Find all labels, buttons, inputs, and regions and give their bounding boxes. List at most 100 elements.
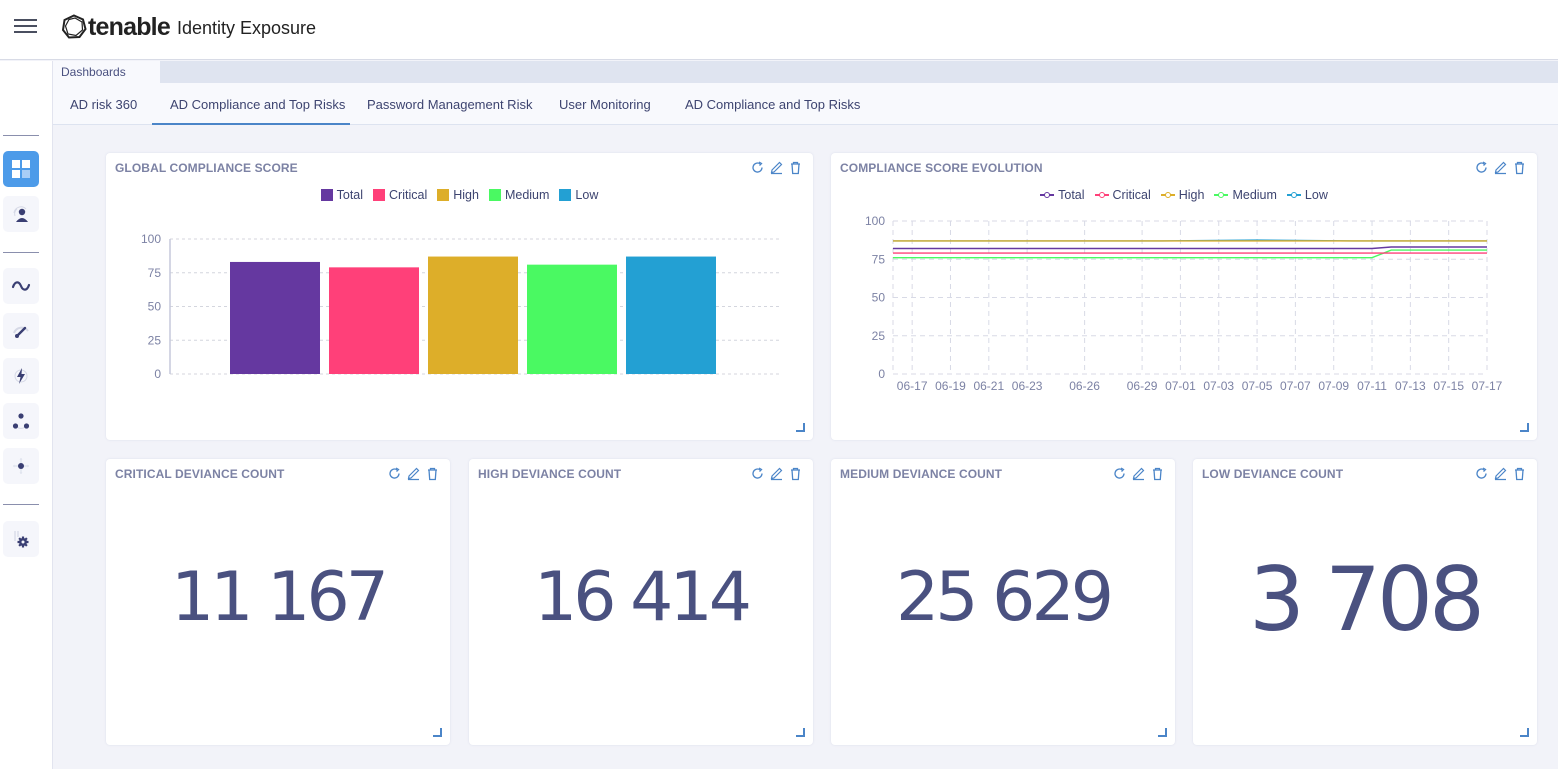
tab-ad-compliance-top-risks[interactable]: AD Compliance and Top Risks: [170, 97, 345, 112]
widget-title: HIGH DEVIANCE COUNT: [478, 467, 622, 481]
breadcrumb-band: [53, 61, 1558, 83]
high-deviance-value: 16 414: [534, 558, 752, 637]
widget-global-compliance-score: GLOBAL COMPLIANCE SCORE Total Critical H…: [106, 153, 813, 440]
attack-path-icon: [13, 458, 29, 474]
sidebar-item-dashboards[interactable]: [3, 151, 39, 187]
sidebar: [0, 61, 53, 769]
lightning-icon: [14, 368, 28, 384]
hamburger-menu-icon[interactable]: [14, 18, 38, 34]
sidebar-divider: [3, 252, 39, 253]
topology-nodes-icon: [12, 413, 30, 429]
x-tick-label: 07-03: [1203, 379, 1234, 393]
medium-deviance-value: 25 629: [896, 558, 1114, 637]
x-tick-label: 07-01: [1165, 379, 1196, 393]
wave-icon: [11, 281, 31, 291]
widget-high-deviance-count: HIGH DEVIANCE COUNT 16 414: [469, 459, 813, 745]
line-series-total: [893, 246, 1487, 250]
sidebar-item-system-settings[interactable]: [3, 521, 39, 557]
delete-trash-icon[interactable]: [425, 466, 440, 481]
bar-critical: [329, 267, 419, 374]
tab-ad-risk-360[interactable]: AD risk 360: [70, 97, 137, 112]
y-tick-label: 75: [148, 266, 162, 280]
x-tick-label: 07-09: [1318, 379, 1349, 393]
tab-user-monitoring[interactable]: User Monitoring: [559, 97, 651, 112]
widget-title: MEDIUM DEVIANCE COUNT: [840, 467, 1003, 481]
dashboard-tabs-area: Dashboards AD risk 360 AD Compliance and…: [53, 61, 1558, 125]
fingerprint-user-icon: [13, 206, 28, 222]
widget-actions: [1112, 466, 1165, 481]
y-tick-label: 50: [148, 300, 162, 314]
edit-pencil-icon[interactable]: [769, 466, 784, 481]
bar-low: [626, 256, 716, 374]
sidebar-item-topology[interactable]: [3, 403, 39, 439]
refresh-icon[interactable]: [1474, 466, 1489, 481]
widget-low-deviance-count: LOW DEVIANCE COUNT 3 708: [1193, 459, 1537, 745]
x-tick-label: 07-07: [1280, 379, 1311, 393]
product-name: Identity Exposure: [176, 18, 317, 38]
widget-actions: [1474, 466, 1527, 481]
delete-trash-icon[interactable]: [788, 466, 803, 481]
y-tick-label: 0: [154, 367, 161, 381]
x-tick-label: 06-21: [973, 379, 1004, 393]
edit-pencil-icon[interactable]: [1493, 466, 1508, 481]
resize-handle[interactable]: [796, 423, 805, 432]
sidebar-item-identity-explorer[interactable]: [3, 196, 39, 232]
line-series-medium: [893, 249, 1487, 259]
refresh-icon[interactable]: [1112, 466, 1127, 481]
x-tick-label: 06-29: [1127, 379, 1158, 393]
refresh-icon[interactable]: [750, 466, 765, 481]
bar-chart: 0 25 50 75 100: [141, 232, 782, 381]
bar-medium: [527, 264, 617, 374]
widget-medium-deviance-count: MEDIUM DEVIANCE COUNT 25 629: [831, 459, 1175, 745]
brand-name: tenable: [88, 12, 171, 41]
delete-trash-icon[interactable]: [1150, 466, 1165, 481]
y-tick-label: 25: [148, 333, 162, 347]
y-tick-label: 100: [141, 232, 161, 246]
line-chart: 0 25 50 75 100 06-17 06-19 06-21 06-23 06-26 06-29…: [865, 214, 1503, 393]
tab-ad-compliance-top-risks-2[interactable]: AD Compliance and Top Risks: [685, 97, 860, 112]
widget-compliance-score-evolution: COMPLIANCE SCORE EVOLUTION Total Critica…: [831, 153, 1537, 440]
widget-title: LOW DEVIANCE COUNT: [1202, 467, 1344, 481]
widget-actions: [387, 466, 440, 481]
y-tick-label: 100: [865, 214, 885, 228]
bar-total: [230, 261, 320, 374]
settings-gear-icon: [14, 531, 29, 548]
resize-handle[interactable]: [796, 728, 805, 737]
y-tick-label: 50: [872, 291, 886, 305]
resize-handle[interactable]: [433, 728, 442, 737]
y-tick-label: 0: [878, 367, 885, 381]
x-tick-label: 07-05: [1242, 379, 1273, 393]
sidebar-item-trail-flow[interactable]: [3, 268, 39, 304]
tenable-logo-mark-icon: [61, 14, 87, 39]
x-tick-label: 06-19: [935, 379, 966, 393]
x-tick-label: 07-17: [1472, 379, 1503, 393]
sidebar-item-attack-path[interactable]: [3, 448, 39, 484]
edit-pencil-icon[interactable]: [1131, 466, 1146, 481]
tab-password-management-risk[interactable]: Password Management Risk: [367, 97, 532, 112]
y-tick-label: 25: [872, 329, 886, 343]
resize-handle[interactable]: [1520, 728, 1529, 737]
x-tick-label: 07-13: [1395, 379, 1426, 393]
sidebar-item-indicators-of-exposure[interactable]: [3, 313, 39, 349]
resize-handle[interactable]: [1158, 728, 1167, 737]
widget-title: CRITICAL DEVIANCE COUNT: [115, 467, 285, 481]
refresh-icon[interactable]: [387, 466, 402, 481]
widget-actions: [750, 466, 803, 481]
x-tick-label: 06-26: [1069, 379, 1100, 393]
gauge-icon: [13, 326, 29, 338]
tenable-logo: tenable Identity Exposure: [61, 12, 316, 42]
edit-pencil-icon[interactable]: [406, 466, 421, 481]
critical-deviance-value: 11 167: [171, 558, 389, 637]
sidebar-item-indicators-of-attack[interactable]: [3, 358, 39, 394]
dashboard-grid-icon: [12, 160, 30, 178]
resize-handle[interactable]: [1520, 423, 1529, 432]
delete-trash-icon[interactable]: [1512, 466, 1527, 481]
x-tick-label: 06-23: [1012, 379, 1043, 393]
low-deviance-value: 3 708: [1249, 548, 1485, 651]
x-tick-label: 07-15: [1433, 379, 1464, 393]
sidebar-divider: [3, 504, 39, 505]
sidebar-divider: [3, 135, 39, 136]
y-tick-label: 75: [872, 252, 886, 266]
active-tab-indicator: [152, 123, 350, 125]
breadcrumb[interactable]: Dashboards: [53, 61, 160, 83]
